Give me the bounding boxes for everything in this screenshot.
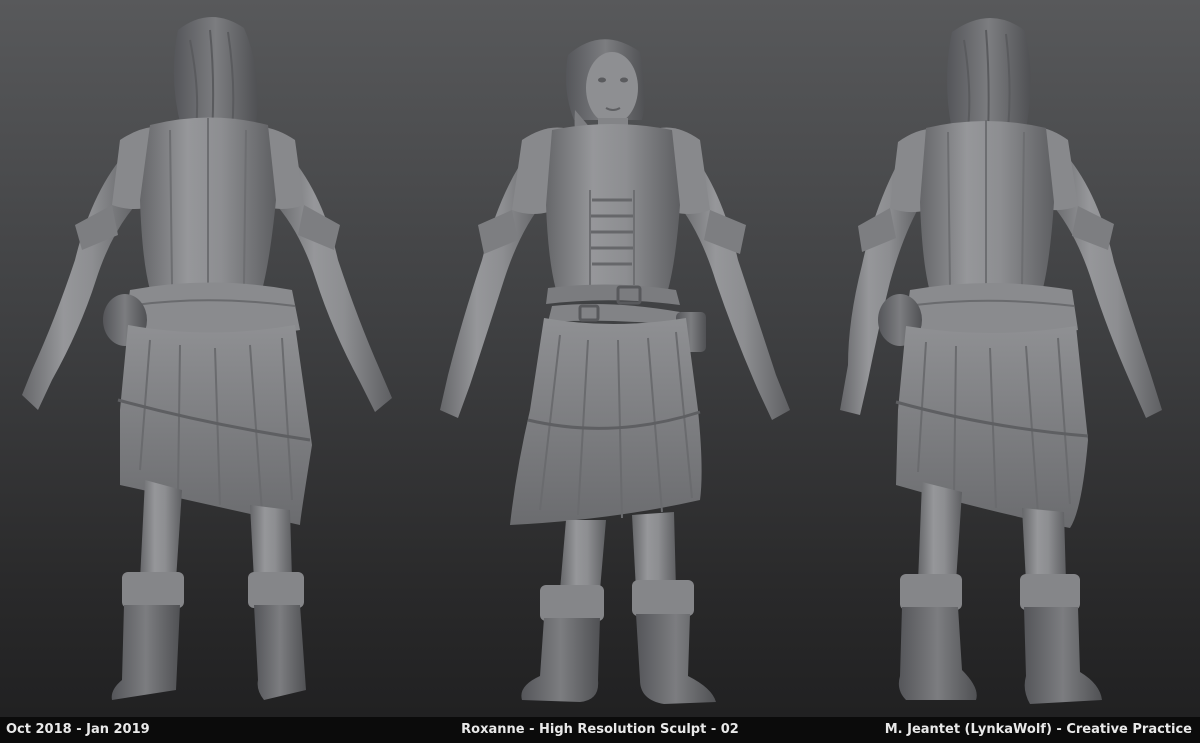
caption-bar: Roxanne - High Resolution Sculpt - 02 Oc…: [0, 717, 1200, 743]
sculpt-front-view: [440, 39, 790, 704]
render-stage: [22, 16, 1162, 704]
sculpt-three-quarter-back-view: [840, 17, 1162, 704]
caption-credit: M. Jeantet (LynkaWolf) - Creative Practi…: [884, 722, 1192, 737]
sculpt-back-view: [22, 16, 392, 700]
render-frame: Roxanne - High Resolution Sculpt - 02 Oc…: [0, 0, 1200, 743]
caption-date-range: Oct 2018 - Jan 2019: [6, 722, 150, 737]
